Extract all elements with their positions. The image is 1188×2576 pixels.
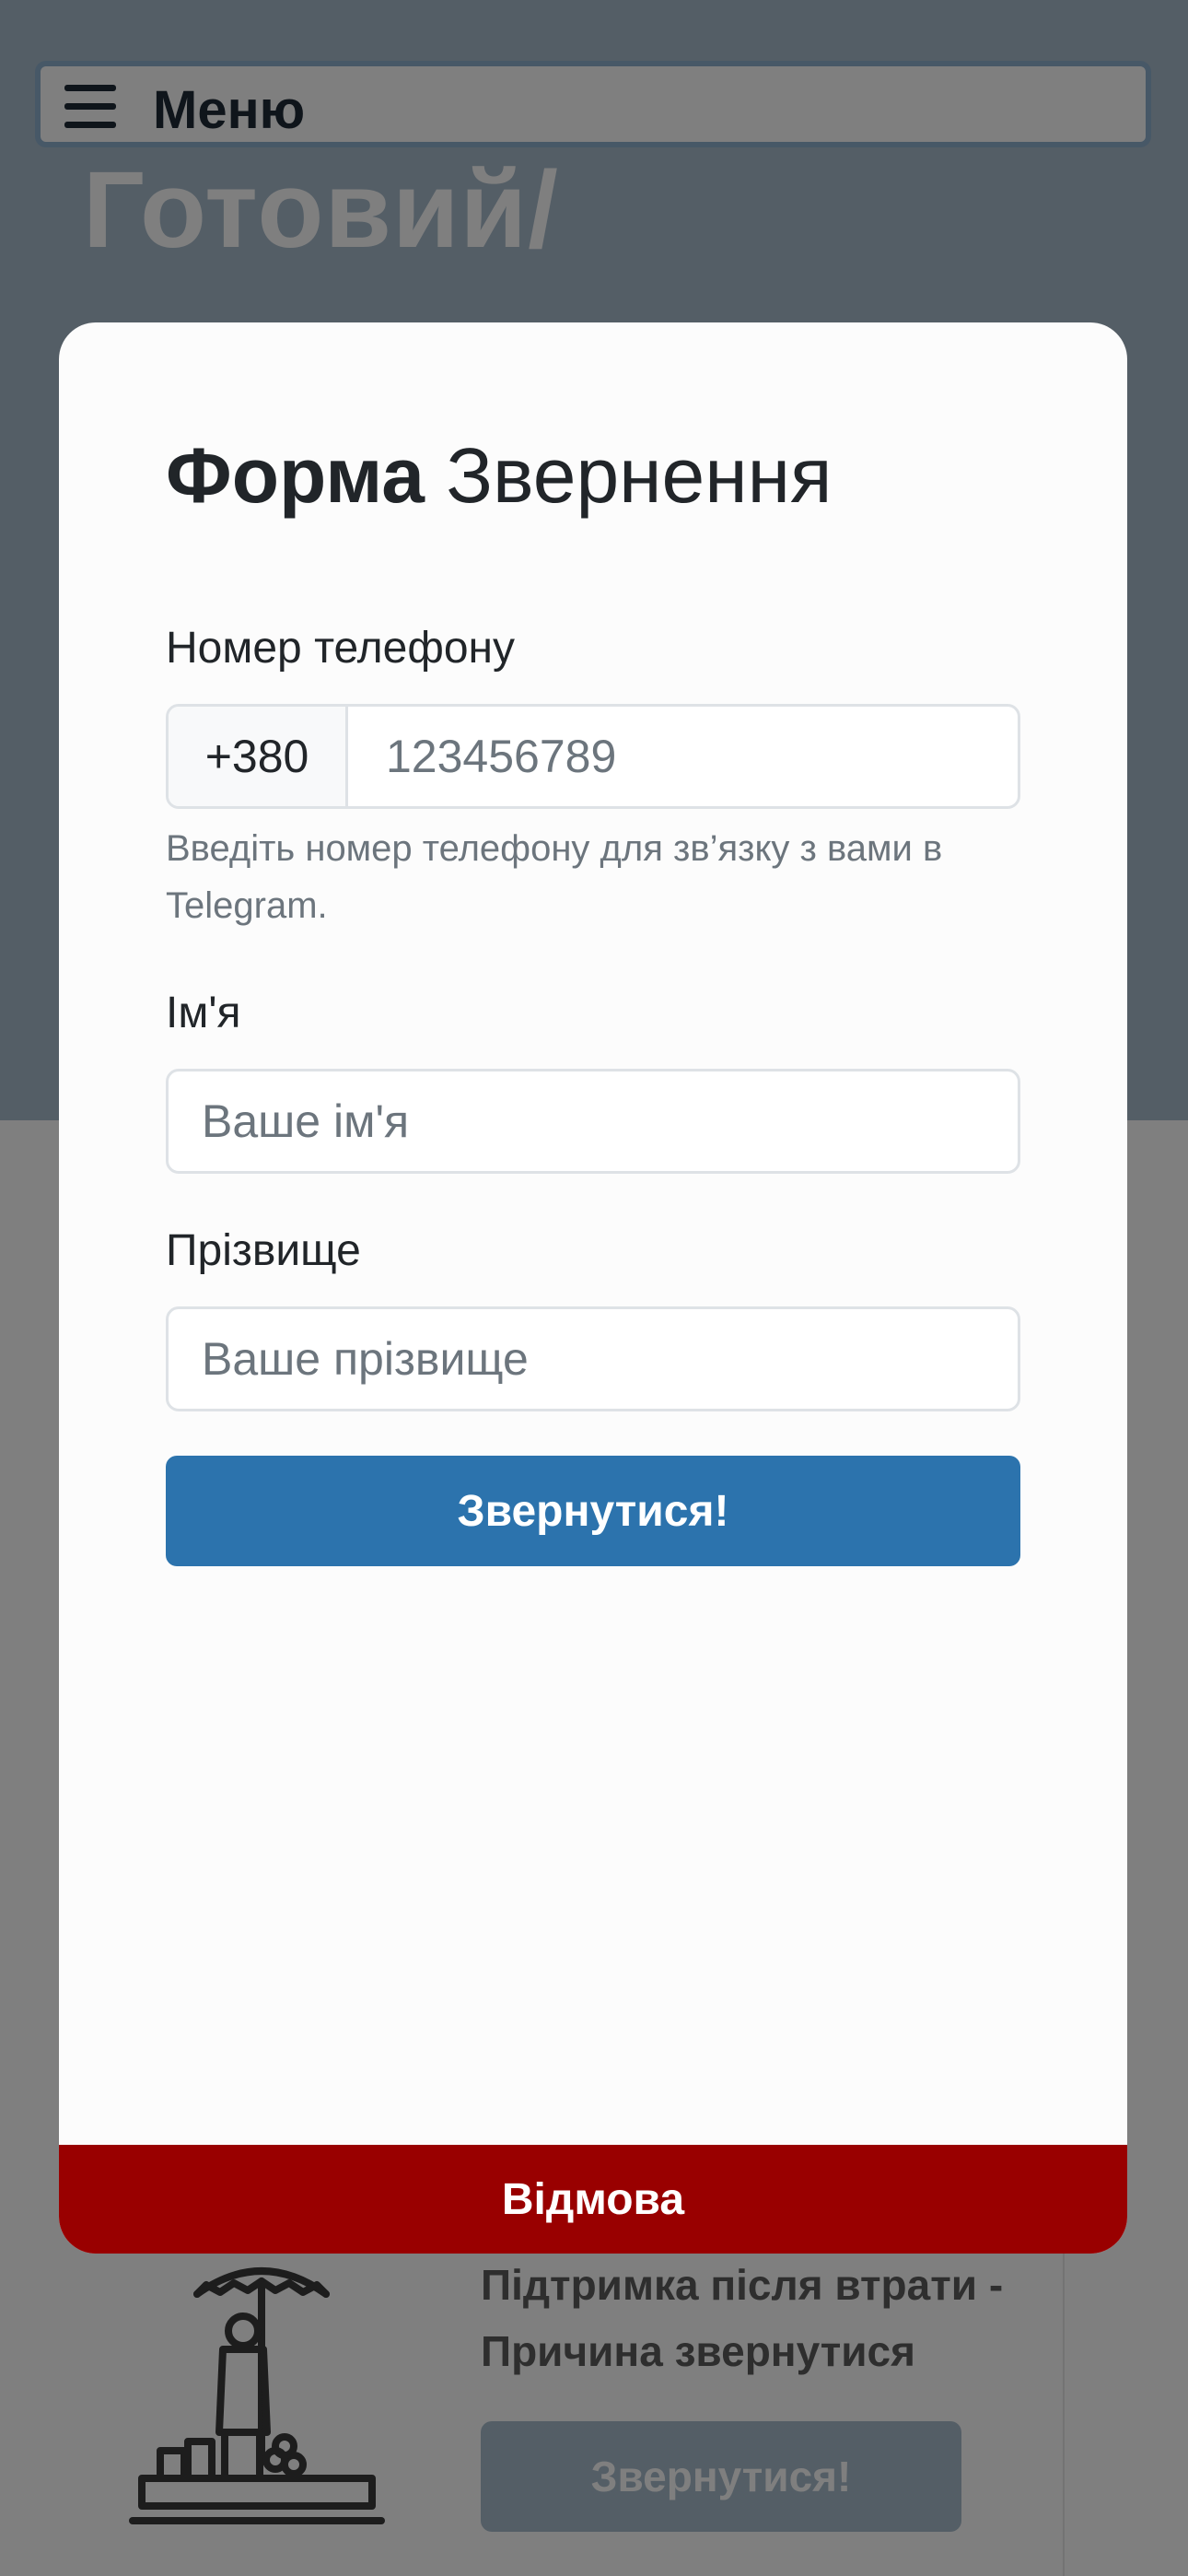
submit-button[interactable]: Звернутися! <box>166 1456 1020 1566</box>
modal-title-regular: Звернення <box>446 432 833 519</box>
last-name-input[interactable] <box>202 1309 994 1409</box>
first-name-label: Ім'я <box>166 989 241 1037</box>
phone-input-group: +380 <box>166 704 1020 809</box>
phone-help-text: Введіть номер телефону для зв’язку з вам… <box>166 828 943 926</box>
decline-button[interactable]: Відмова <box>59 2145 1127 2254</box>
first-name-input[interactable] <box>202 1071 994 1171</box>
modal-title-bold: Форма <box>166 432 425 519</box>
modal-title: Форма Звернення <box>166 431 833 521</box>
last-name-label: Прізвище <box>166 1226 361 1275</box>
request-form-modal: Форма Звернення Номер телефону +380 Введ… <box>59 322 1127 2254</box>
phone-input[interactable] <box>386 707 1003 806</box>
phone-country-code: +380 <box>169 707 348 806</box>
first-name-field <box>166 1069 1020 1174</box>
last-name-field <box>166 1306 1020 1411</box>
phone-label: Номер телефону <box>166 624 516 673</box>
